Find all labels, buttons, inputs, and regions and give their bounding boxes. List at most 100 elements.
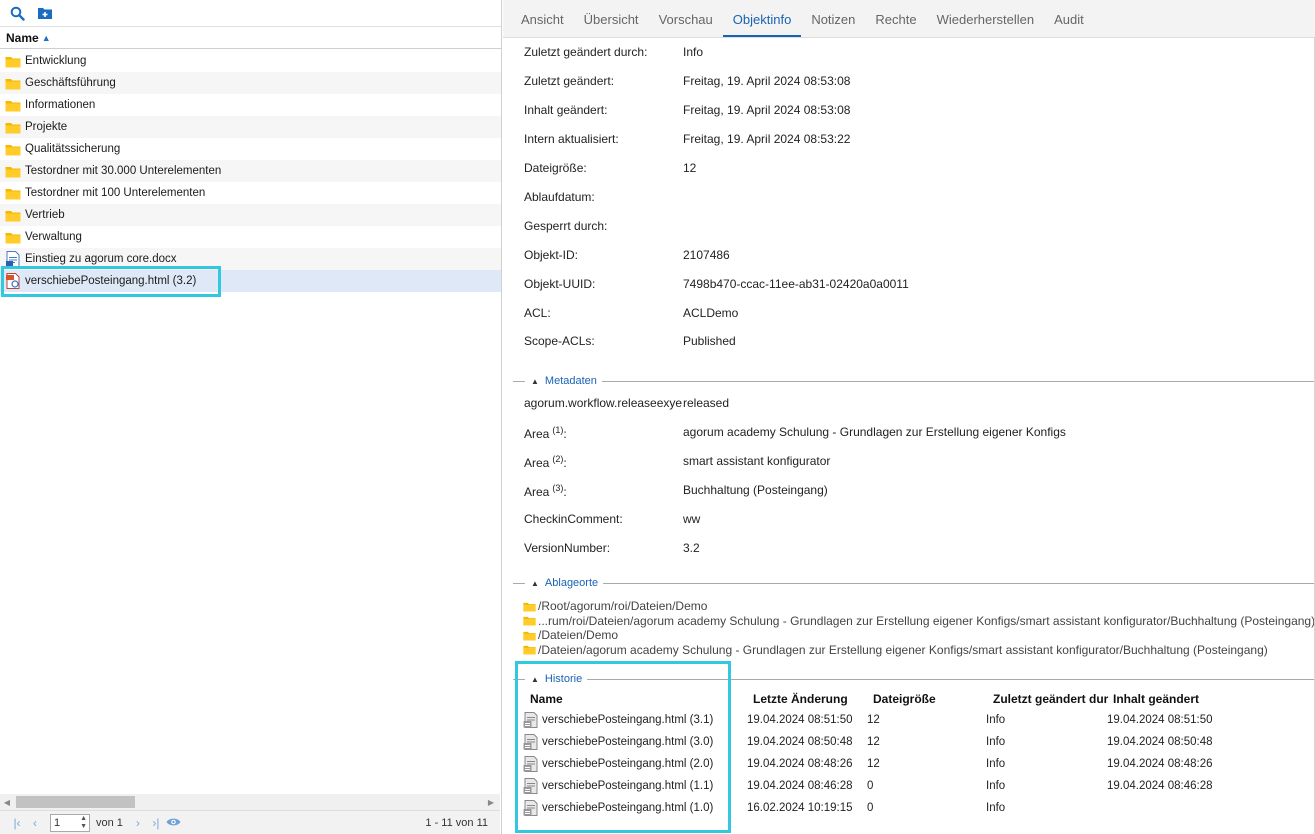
page-spinner-icon[interactable]: ▲ ▼ — [80, 815, 87, 831]
first-page-icon[interactable]: |‹ — [8, 816, 26, 830]
location-link[interactable]: /Dateien/Demo — [523, 628, 618, 642]
property-value: Info — [683, 45, 704, 59]
history-cell: 12 — [867, 758, 880, 770]
folder-row[interactable]: Informationen — [0, 94, 501, 116]
history-version-link[interactable]: verschiebePosteingang.html (1.1) — [523, 778, 713, 794]
history-version-name: verschiebePosteingang.html (1.0) — [542, 802, 714, 814]
metadata-index: (3) — [552, 483, 564, 493]
item-label: Informationen — [25, 99, 96, 111]
detail-pane: Ansicht Übersicht Vorschau Objektinfo Notize… — [503, 0, 1315, 834]
history-section-header[interactable]: ▲ Historie — [513, 673, 1315, 685]
last-page-icon[interactable]: ›| — [147, 816, 165, 830]
tab-wiederherstellen[interactable]: Wiederherstellen — [927, 12, 1045, 37]
document-version-icon — [523, 734, 539, 750]
folder-row[interactable]: Qualitätssicherung — [0, 138, 501, 160]
folder-row[interactable]: Verwaltung — [0, 226, 501, 248]
location-path: /Root/agorum/roi/Dateien/Demo — [538, 599, 708, 613]
property-value: Freitag, 19. April 2024 08:53:08 — [683, 74, 851, 88]
document-version-icon — [523, 712, 539, 728]
item-label: Testordner mit 30.000 Unterelementen — [25, 165, 222, 177]
metadata-section-title: Metadaten — [544, 375, 597, 387]
prev-page-icon[interactable]: ‹ — [26, 816, 44, 830]
tab-notizen[interactable]: Notizen — [801, 12, 865, 37]
location-link[interactable]: /Root/agorum/roi/Dateien/Demo — [523, 599, 707, 613]
history-version-name: verschiebePosteingang.html (1.1) — [542, 780, 714, 792]
location-path: /Dateien/agorum academy Schulung - Grund… — [538, 642, 1268, 657]
history-cell: 19.04.2024 08:51:50 — [747, 714, 853, 726]
property-value: 7498b470-ccac-11ee-ab31-02420a0a0011 — [683, 277, 909, 291]
tab-rechte[interactable]: Rechte — [865, 12, 926, 37]
search-icon[interactable] — [8, 4, 26, 22]
history-version-link[interactable]: verschiebePosteingang.html (1.0) — [523, 800, 713, 816]
folder-row[interactable]: Vertrieb — [0, 204, 501, 226]
property-value: Freitag, 19. April 2024 08:53:22 — [683, 132, 851, 146]
tab-objektinfo[interactable]: Objektinfo — [722, 12, 802, 37]
history-column-header[interactable]: Name — [530, 692, 563, 706]
metadata-key: Area — [524, 456, 550, 470]
new-folder-icon[interactable] — [36, 4, 54, 22]
history-column-header[interactable]: Inhalt geändert — [1113, 692, 1199, 706]
horizontal-scrollbar[interactable]: ◀ ▶ — [0, 794, 500, 810]
metadata-label: VersionNumber: — [524, 541, 610, 555]
history-version-link[interactable]: verschiebePosteingang.html (3.1) — [523, 712, 713, 728]
history-cell: Info — [986, 802, 1006, 814]
metadata-label: agorum.workflow.releaseexye — [524, 396, 682, 410]
tab-übersicht[interactable]: Übersicht — [574, 12, 649, 37]
tab-vorschau[interactable]: Vorschau — [649, 12, 723, 37]
metadata-section-header[interactable]: ▲ Metadaten — [513, 375, 1315, 387]
property-label: Zuletzt geändert: — [524, 74, 615, 88]
file-row[interactable]: Einstieg zu agorum core.docx — [0, 248, 501, 270]
item-label: Vertrieb — [25, 209, 65, 221]
scroll-right-icon[interactable]: ▶ — [484, 798, 498, 807]
folder-icon — [5, 53, 21, 69]
page-number-input[interactable]: 1 ▲ ▼ — [50, 813, 90, 832]
history-column-header[interactable]: Dateigröße — [873, 692, 936, 706]
collapse-triangle-icon[interactable]: ▲ — [531, 579, 539, 588]
location-link[interactable]: ...rum/roi/Dateien/agorum academy Schulu… — [523, 614, 1315, 628]
folder-icon — [523, 644, 536, 655]
metadata-suffix: : — [563, 427, 567, 441]
history-version-name: verschiebePosteingang.html (3.1) — [542, 714, 714, 726]
tab-audit[interactable]: Audit — [1044, 12, 1094, 37]
property-value: 2107486 — [683, 248, 730, 262]
location-link[interactable]: /Dateien/agorum academy Schulung - Grund… — [523, 643, 1268, 657]
folder-row[interactable]: Testordner mit 100 Unterelementen — [0, 182, 501, 204]
history-version-link[interactable]: verschiebePosteingang.html (2.0) — [523, 756, 713, 772]
name-column-header[interactable]: Name ▲ — [0, 27, 501, 49]
collapse-triangle-icon[interactable]: ▲ — [531, 377, 539, 386]
history-cell: Info — [986, 780, 1006, 792]
history-cell: 0 — [867, 780, 874, 792]
tab-ansicht[interactable]: Ansicht — [511, 12, 574, 37]
folder-row[interactable]: Projekte — [0, 116, 501, 138]
locations-section-title: Ablageorte — [544, 577, 599, 589]
name-column-label: Name — [6, 30, 39, 45]
property-value: ACLDemo — [683, 306, 739, 320]
history-column-header[interactable]: Letzte Änderung — [753, 692, 848, 706]
folder-row[interactable]: Entwicklung — [0, 50, 501, 72]
scrollbar-thumb[interactable] — [16, 796, 135, 808]
folder-row[interactable]: Testordner mit 30.000 Unterelementen — [0, 160, 501, 182]
property-label: ACL: — [524, 306, 551, 320]
item-label: Einstieg zu agorum core.docx — [25, 253, 177, 265]
html-file-icon — [5, 273, 21, 289]
history-cell: 19.04.2024 08:46:28 — [1107, 780, 1213, 792]
document-version-icon — [523, 778, 539, 794]
history-version-link[interactable]: verschiebePosteingang.html (3.0) — [523, 734, 713, 750]
folder-icon — [5, 97, 21, 113]
history-cell: 19.04.2024 08:51:50 — [1107, 714, 1213, 726]
collapse-triangle-icon[interactable]: ▲ — [531, 675, 539, 684]
metadata-index: (2) — [552, 454, 564, 464]
locations-section-header[interactable]: ▲ Ablageorte — [513, 577, 1315, 589]
eye-icon[interactable] — [165, 816, 183, 830]
metadata-suffix: : — [563, 456, 567, 470]
history-cell: 12 — [867, 714, 880, 726]
metadata-value: released — [683, 396, 730, 410]
sort-ascending-icon: ▲ — [41, 32, 51, 43]
next-page-icon[interactable]: › — [129, 816, 147, 830]
folder-icon — [5, 119, 21, 135]
scroll-left-icon[interactable]: ◀ — [0, 798, 14, 807]
history-cell: Info — [986, 736, 1006, 748]
file-row[interactable]: verschiebePosteingang.html (3.2) — [0, 270, 501, 292]
history-column-header[interactable]: Zuletzt geändert dur — [993, 692, 1108, 706]
folder-row[interactable]: Geschäftsführung — [0, 72, 501, 94]
